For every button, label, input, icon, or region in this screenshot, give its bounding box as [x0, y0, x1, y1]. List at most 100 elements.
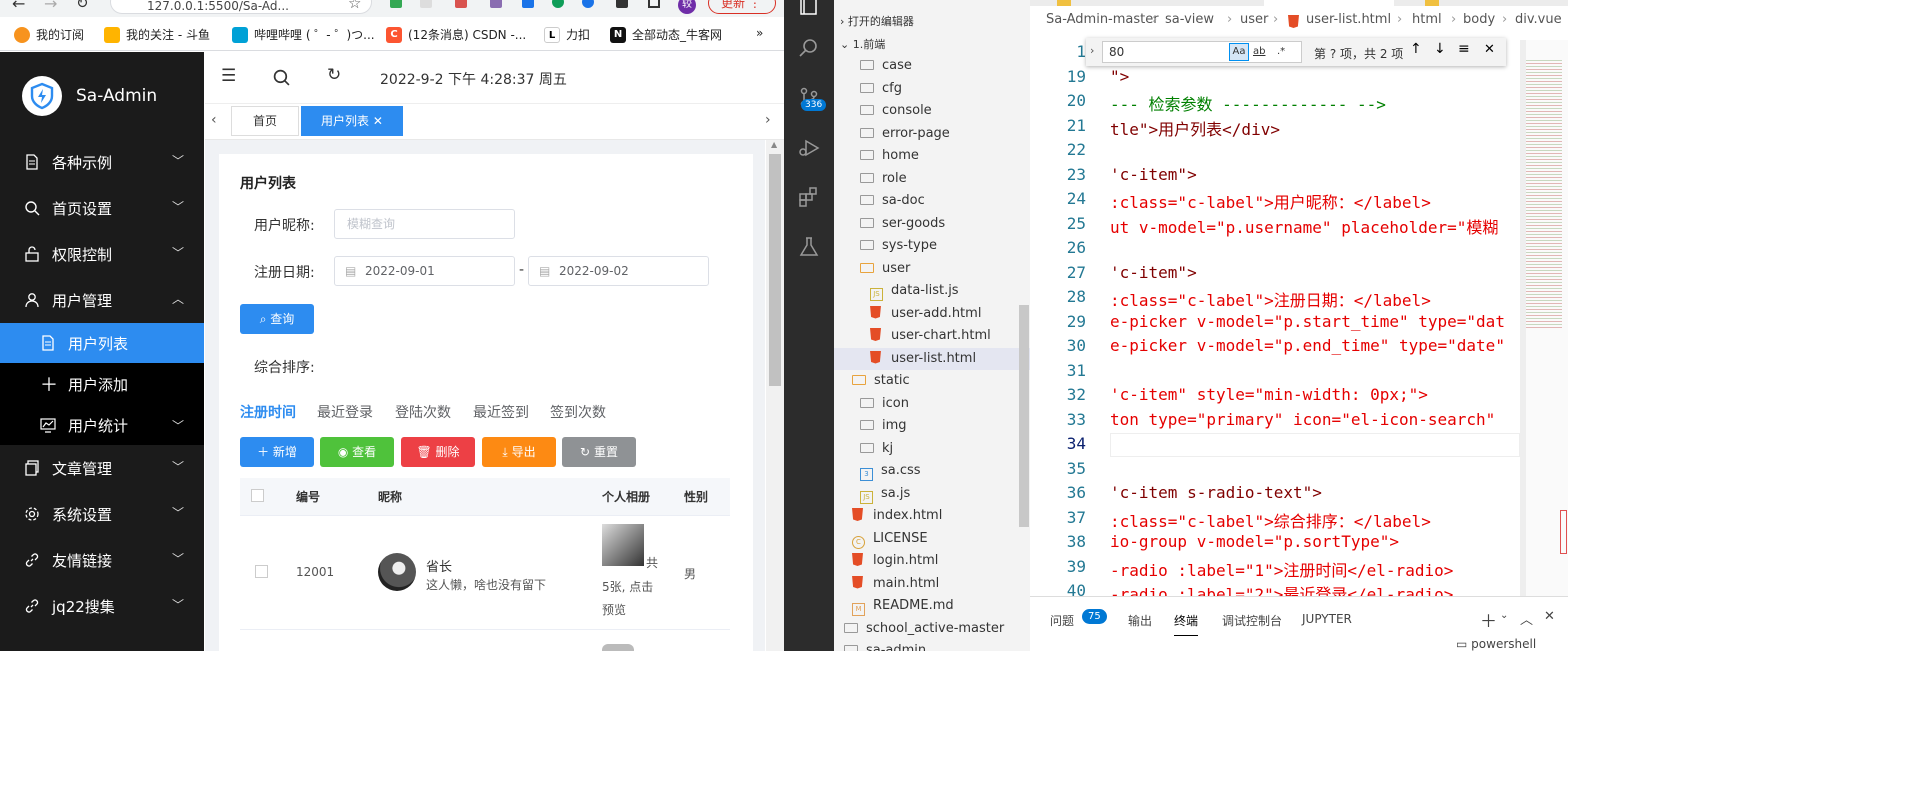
row-checkbox[interactable] — [255, 565, 268, 578]
extension-icon[interactable] — [582, 0, 594, 8]
add-button[interactable]: ＋ 新增 — [240, 437, 314, 467]
chevron-down-icon[interactable]: ⌄ — [1500, 610, 1508, 621]
bookmark-item[interactable]: N 全部动态_牛客网 — [610, 26, 722, 43]
star-icon[interactable]: ☆ — [348, 0, 361, 12]
breadcrumb-item[interactable]: Sa-Admin-master — [1046, 12, 1159, 27]
tab-user-list[interactable]: 用户列表 ✕ — [301, 106, 403, 136]
file-tree-item[interactable]: role — [834, 168, 1030, 190]
url-field[interactable]: 127.0.0.1:5500/Sa-Ad... — [110, 0, 372, 14]
file-tree-item[interactable]: static — [834, 370, 1030, 392]
panel-tab-problems[interactable]: 问题 — [1050, 612, 1074, 629]
file-tree-item[interactable]: JS sa.js — [834, 483, 1030, 505]
menu-item-examples[interactable]: 各种示例 ﹀ — [0, 140, 204, 184]
window-icon[interactable] — [648, 0, 660, 8]
refresh-icon[interactable]: ↻ — [76, 0, 89, 12]
find-input[interactable]: 80 Aa ab .* — [1102, 41, 1302, 63]
files-icon[interactable] — [798, 0, 820, 16]
delete-button[interactable]: 🗑 删除 — [401, 437, 475, 467]
extension-icon[interactable] — [490, 0, 502, 8]
select-all-checkbox[interactable] — [251, 489, 264, 502]
sort-option-register-time[interactable]: 注册时间 — [240, 402, 296, 422]
arrow-up-icon[interactable]: ↑ — [1410, 41, 1422, 57]
extension-icon[interactable] — [420, 0, 432, 8]
close-icon[interactable]: ✕ — [1484, 42, 1495, 57]
page-scrollbar[interactable]: ▲ — [766, 140, 784, 651]
code-line[interactable]: ton type="primary" icon="el-icon-search" — [1110, 410, 1495, 429]
menu-item-user-stats[interactable]: 用户统计 ﹀ — [0, 405, 204, 445]
view-button[interactable]: ◉ 查看 — [320, 437, 394, 467]
code-line[interactable]: --- 检索参数 ------------- --> — [1110, 91, 1386, 115]
reset-button[interactable]: ↻ 重置 — [562, 437, 636, 467]
scrollbar-thumb[interactable] — [769, 154, 781, 386]
file-tree-item[interactable]: sa-admin — [834, 640, 1030, 651]
bookmark-item[interactable]: C (12条消息) CSDN -... — [386, 26, 526, 43]
extensions-icon[interactable] — [797, 186, 821, 210]
code-line[interactable]: -radio :label="1">注册时间</el-radio> — [1110, 557, 1453, 581]
end-date-picker[interactable]: ▤ 2022-09-02 — [528, 256, 709, 286]
menu-item-friend-links[interactable]: 友情链接 ﹀ — [0, 538, 204, 582]
menu-item-system-settings[interactable]: 系统设置 ﹀ — [0, 492, 204, 536]
code-line[interactable]: ut v-model="p.username" placeholder="模糊 — [1110, 214, 1498, 238]
back-icon[interactable]: ← — [12, 0, 25, 13]
open-editors-section[interactable]: › 打开的编辑器 — [834, 11, 1030, 33]
file-tree-item[interactable]: JS data-list.js — [834, 280, 1030, 302]
file-tree-item[interactable]: sys-type — [834, 235, 1030, 257]
bookmark-item[interactable]: 哔哩哔哩 ( ゜- ゜)つ... — [232, 26, 375, 43]
panel-tab-debug-console[interactable]: 调试控制台 — [1222, 612, 1282, 629]
extension-icon[interactable] — [455, 0, 467, 8]
new-terminal-icon[interactable]: ＋ — [1480, 607, 1497, 632]
file-tree-item[interactable]: login.html — [834, 550, 1030, 572]
file-tree-item[interactable]: user-list.html — [834, 347, 1030, 370]
file-tree-item[interactable]: C LICENSE — [834, 528, 1030, 550]
address-bar[interactable]: ← → ↻ 127.0.0.1:5500/Sa-Ad... ☆ 较 更新 ⋮ — [0, 0, 784, 17]
file-tree-item[interactable]: img — [834, 415, 1030, 437]
start-date-picker[interactable]: ▤ 2022-09-01 — [334, 256, 515, 286]
album-hint[interactable]: 5张, 点击 — [602, 578, 653, 595]
avatar[interactable] — [378, 553, 416, 591]
code-line[interactable]: io-group v-model="p.sortType"> — [1110, 532, 1399, 551]
file-tree-item[interactable]: cfg — [834, 78, 1030, 100]
flask-icon[interactable] — [798, 236, 820, 258]
code-line[interactable]: 'c-item"> — [1110, 165, 1197, 184]
file-tree-item[interactable]: home — [834, 145, 1030, 167]
regex-toggle[interactable]: .* — [1277, 42, 1285, 62]
code-line[interactable]: tle">用户列表</div> — [1110, 116, 1280, 140]
editor-tab[interactable] — [1425, 0, 1439, 6]
editor-tab[interactable] — [1057, 0, 1071, 6]
file-tree-item[interactable]: index.html — [834, 505, 1030, 527]
file-tree-item[interactable]: console — [834, 100, 1030, 122]
sort-option-login-count[interactable]: 登陆次数 — [395, 402, 451, 422]
menu-item-user-list[interactable]: 用户列表 — [0, 323, 204, 363]
search-icon[interactable] — [273, 69, 290, 86]
file-tree-item[interactable]: sa-doc — [834, 190, 1030, 212]
terminal-name[interactable]: ▭ powershell — [1456, 637, 1536, 651]
run-debug-icon[interactable] — [797, 136, 821, 160]
file-tree-item[interactable]: M README.md — [834, 595, 1030, 617]
file-tree-item[interactable]: user-chart.html — [834, 325, 1030, 347]
album-preview-link[interactable]: 预览 — [602, 601, 626, 618]
chevron-right-icon[interactable]: › — [1090, 44, 1094, 57]
find-in-selection-icon[interactable]: ≡ — [1458, 41, 1470, 57]
code-line[interactable]: e-picker v-model="p.end_time" type="date… — [1110, 336, 1505, 355]
minimap[interactable] — [1520, 40, 1568, 596]
editor-tab-active[interactable] — [1264, 0, 1394, 6]
file-tree-item[interactable]: kj — [834, 438, 1030, 460]
code-line[interactable]: :class="c-label">注册日期：</label> — [1110, 287, 1431, 311]
bookmark-item[interactable]: 我的订阅 — [14, 26, 84, 43]
menu-item-user-add[interactable]: ＋ 用户添加 — [0, 363, 204, 405]
close-icon[interactable]: ✕ — [373, 114, 383, 128]
menu-fold-icon[interactable]: ☰ — [221, 66, 236, 86]
breadcrumb-item[interactable]: div.vue — [1515, 12, 1562, 27]
sort-option-checkin-count[interactable]: 签到次数 — [550, 402, 606, 422]
file-tree-item[interactable]: ser-goods — [834, 213, 1030, 235]
code-line[interactable]: 'c-item"> — [1110, 263, 1197, 282]
bookmarks-more[interactable]: » — [756, 26, 763, 40]
arrow-down-icon[interactable]: ↓ — [1434, 41, 1446, 57]
menu-item-permissions[interactable]: 权限控制 ﹀ — [0, 232, 204, 276]
panel-tab-terminal[interactable]: 终端 — [1174, 612, 1199, 636]
forward-icon[interactable]: → — [44, 0, 57, 13]
file-tree-item[interactable]: user-add.html — [834, 303, 1030, 325]
panel-tab-jupyter[interactable]: JUPYTER — [1302, 612, 1352, 626]
minimap-slider[interactable] — [1560, 510, 1567, 554]
menu-item-articles[interactable]: 文章管理 ﹀ — [0, 446, 204, 490]
